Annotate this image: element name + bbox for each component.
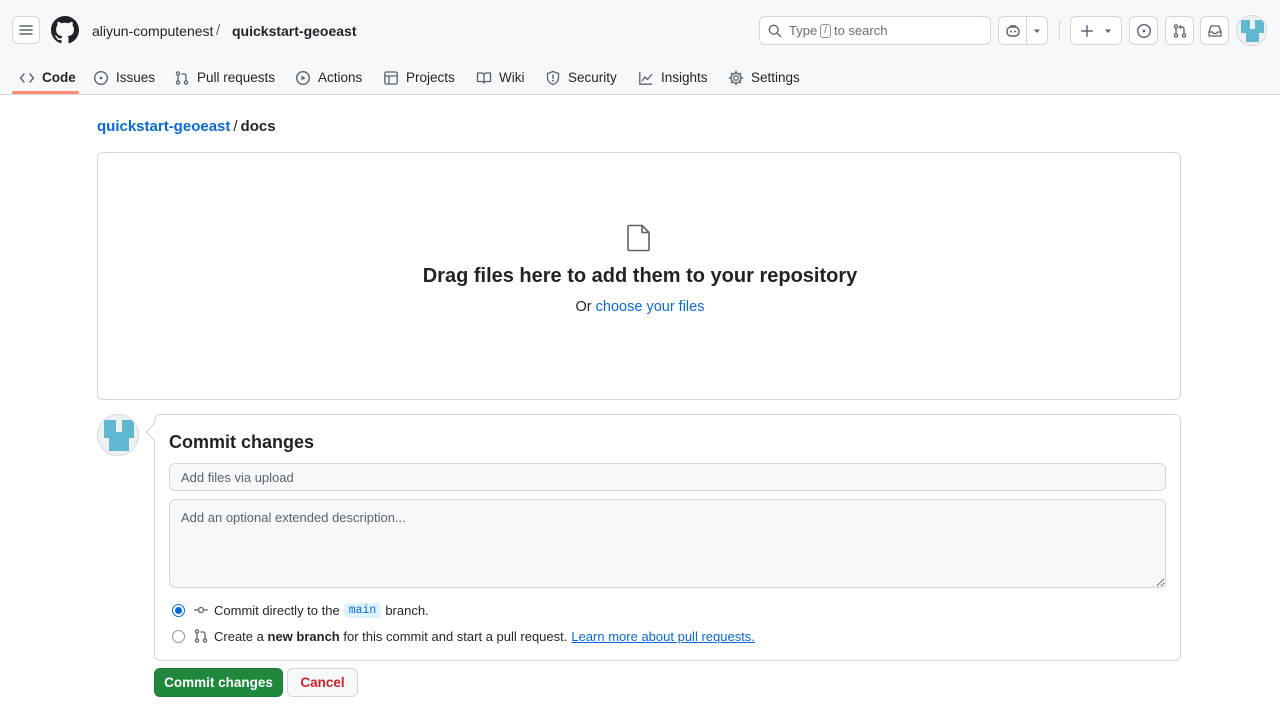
repo-link[interactable]: quickstart-geoeast (232, 23, 356, 39)
copilot-button[interactable] (999, 17, 1028, 44)
user-avatar[interactable] (1236, 15, 1267, 46)
git-pull-request-icon (1173, 23, 1186, 38)
tab-label: Issues (116, 70, 156, 85)
tab-issues[interactable]: Issues (93, 60, 155, 95)
book-icon (476, 70, 492, 86)
repo-nav: Code Issues Pull requests Actions Projec… (0, 60, 1280, 95)
your-issues-button[interactable] (1129, 16, 1158, 45)
new-branch-option[interactable]: Create a new branch for this commit and … (172, 626, 755, 646)
identicon-avatar-icon (1237, 16, 1266, 45)
code-icon (19, 70, 35, 86)
search-suffix: to search (833, 23, 888, 38)
branch-name-badge: main (343, 602, 382, 618)
hamburger-icon (19, 25, 33, 35)
commit-description-input[interactable] (169, 499, 1166, 588)
commit-directly-text: Commit directly to the (214, 602, 340, 618)
your-pull-requests-button[interactable] (1165, 16, 1194, 45)
dropzone-or-text: Or (575, 299, 592, 315)
search-icon (768, 24, 782, 37)
new-branch-text-before: Create a (214, 628, 264, 644)
search-input[interactable]: Type / to search (759, 16, 991, 45)
owner-link[interactable]: aliyun-computenest (92, 23, 213, 39)
commit-changes-button[interactable]: Commit changes (154, 668, 283, 697)
tab-label: Wiki (499, 70, 525, 85)
file-icon (627, 224, 650, 252)
table-icon (383, 70, 399, 86)
commit-directly-suffix: branch. (385, 602, 429, 618)
git-pull-request-icon (193, 628, 209, 644)
global-bar: aliyun-computenest / quickstart-geoeast … (0, 0, 1280, 60)
github-logo-icon[interactable] (51, 16, 79, 44)
copilot-icon (1006, 24, 1020, 37)
tab-label: Insights (661, 70, 708, 85)
create-new-button[interactable] (1070, 16, 1122, 45)
play-icon (295, 70, 311, 86)
active-tab-indicator (12, 91, 79, 94)
plus-icon (1081, 24, 1093, 37)
tab-wiki[interactable]: Wiki (476, 60, 525, 95)
header-divider (1059, 20, 1060, 40)
commit-author-avatar (97, 414, 139, 456)
cancel-button[interactable]: Cancel (287, 668, 358, 697)
commit-summary-input[interactable] (169, 463, 1166, 491)
graph-icon (638, 70, 654, 86)
gear-icon (728, 70, 744, 86)
choose-files-link[interactable]: choose your files (596, 299, 705, 315)
tab-label: Projects (406, 70, 455, 85)
git-commit-icon (193, 602, 209, 618)
learn-more-pull-requests-link[interactable]: Learn more about pull requests. (571, 629, 755, 644)
notifications-button[interactable] (1200, 16, 1229, 45)
dropzone-subtitle: Or choose your files (0, 299, 1280, 315)
inbox-icon (1207, 24, 1222, 37)
path-separator: / (233, 118, 238, 135)
triangle-down-icon (1034, 29, 1041, 33)
triangle-down-icon (1105, 29, 1111, 33)
commit-directly-radio[interactable] (172, 603, 185, 617)
git-pull-request-icon (174, 70, 190, 86)
file-path-breadcrumb: quickstart-geoeast / docs (97, 118, 276, 135)
tab-label: Pull requests (197, 70, 276, 85)
issue-opened-icon (1136, 23, 1151, 38)
tab-label: Settings (751, 70, 800, 85)
tab-settings[interactable]: Settings (728, 60, 800, 95)
tab-label: Code (42, 70, 76, 85)
new-branch-text-bold: new branch (267, 628, 340, 644)
tab-code[interactable]: Code (19, 60, 76, 95)
tab-label: Security (568, 70, 617, 85)
tab-actions[interactable]: Actions (295, 60, 362, 95)
breadcrumb-separator: / (216, 22, 221, 39)
commit-form-title: Commit changes (169, 432, 315, 452)
path-folder: docs (240, 118, 276, 135)
path-repo-link[interactable]: quickstart-geoeast (97, 118, 230, 135)
copilot-dropdown-button[interactable] (1027, 17, 1047, 44)
tab-projects[interactable]: Projects (383, 60, 455, 95)
identicon-avatar-icon (98, 415, 138, 455)
dropzone-title: Drag files here to add them to your repo… (422, 265, 858, 287)
tab-security[interactable]: Security (545, 60, 617, 95)
shield-icon (545, 70, 561, 86)
tab-label: Actions (318, 70, 363, 85)
tab-insights[interactable]: Insights (638, 60, 708, 95)
copilot-button-group (998, 16, 1048, 45)
app-header: aliyun-computenest / quickstart-geoeast … (0, 0, 1280, 95)
issue-opened-icon (93, 70, 109, 86)
search-prefix: Type (789, 23, 818, 38)
menu-button[interactable] (12, 16, 40, 44)
tab-pull-requests[interactable]: Pull requests (174, 60, 275, 95)
search-shortcut-key: / (820, 23, 831, 38)
new-branch-text-after: for this commit and start a pull request… (343, 628, 568, 644)
new-branch-radio[interactable] (172, 629, 185, 643)
commit-directly-option[interactable]: Commit directly to the main branch. (172, 600, 429, 620)
